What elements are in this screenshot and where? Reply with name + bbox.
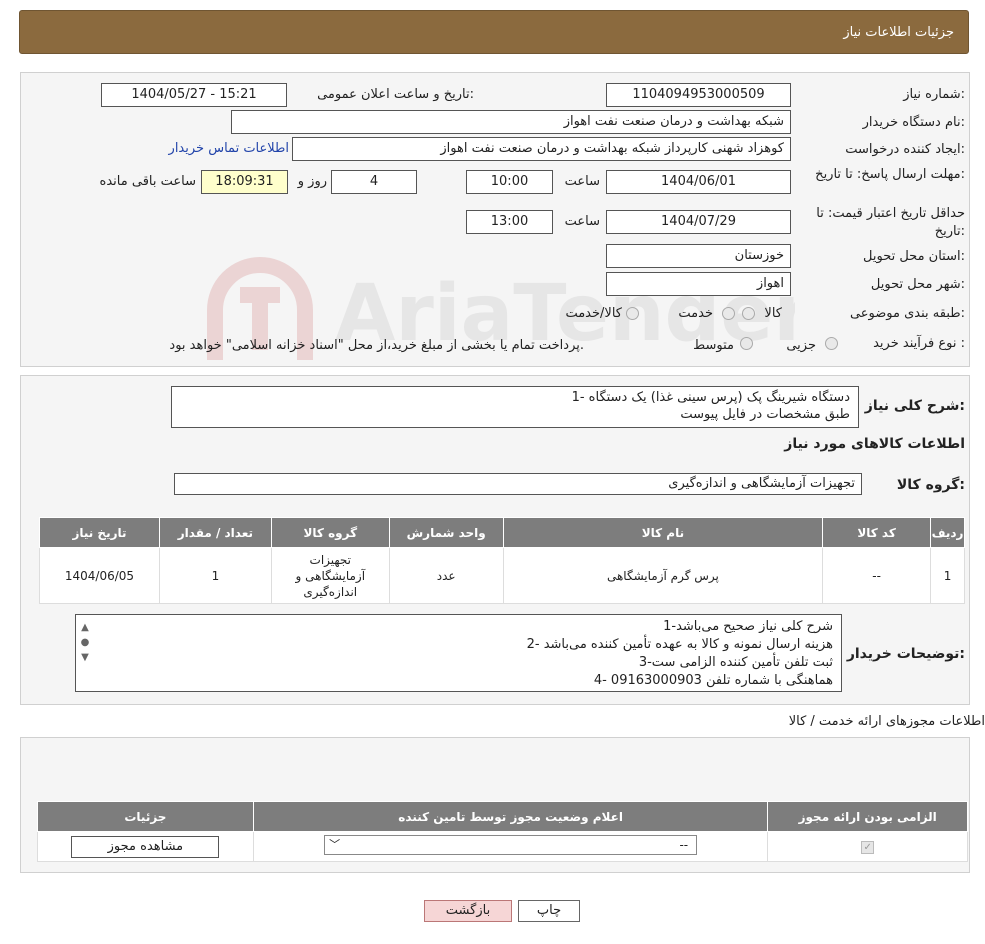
deadline-time-label: ساعت <box>564 174 600 189</box>
view-license-button[interactable]: مشاهده مجوز <box>71 835 220 858</box>
licenses-section-title: اطلاعات مجوزهای ارائه خدمت / کالا <box>788 714 985 729</box>
col-unit: واحد شمارش <box>388 517 504 548</box>
back-button[interactable]: بازگشت <box>424 900 512 922</box>
col-group: گروه کالا <box>270 517 390 548</box>
chevron-down-icon: ﹀ <box>329 838 341 851</box>
description-textarea[interactable]: 1- دستگاه شیرینگ پک (پرس سینی غذا) یک دس… <box>171 386 859 428</box>
page-title: جزئیات اطلاعات نیاز <box>843 25 954 40</box>
purchase-note: پرداخت تمام یا بخشی از مبلغ خرید،از محل … <box>169 338 584 353</box>
table-row: 1 -- پرس گرم آزمایشگاهی عدد تجهیزات آزما… <box>39 547 965 604</box>
city-label: شهر محل تحویل: <box>870 277 965 292</box>
cell-date: 1404/06/05 <box>39 547 160 604</box>
validity-time-label: ساعت <box>564 214 600 229</box>
cell-code: -- <box>822 547 932 604</box>
goods-table: ردیف کد کالا نام کالا واحد شمارش گروه کا… <box>39 517 965 604</box>
col-license-required: الزامی بودن ارائه مجوز <box>767 801 968 832</box>
purchase-radio-minor[interactable] <box>825 337 838 354</box>
buyer-contact-link[interactable]: اطلاعات تماس خریدار <box>156 141 289 156</box>
col-date: تاریخ نیاز <box>39 517 160 548</box>
table-row: ✓ -- ﹀ مشاهده مجوز <box>37 831 968 862</box>
need-number-label: شماره نیاز: <box>903 87 965 102</box>
cell-group: تجهیزات آزمایشگاهی و اندازه‌گیری <box>270 547 390 604</box>
days-field: 4 <box>331 170 417 194</box>
scroll-thumb-icon[interactable]: ● <box>78 635 92 650</box>
cell-qty: 1 <box>158 547 272 604</box>
goods-group-label: گروه کالا: <box>896 477 965 493</box>
buyer-org-label: نام دستگاه خریدار: <box>862 115 965 130</box>
remaining-time-field: 18:09:31 <box>201 170 288 194</box>
remaining-label: ساعت باقی مانده <box>99 174 196 189</box>
print-button[interactable]: چاپ <box>518 900 580 922</box>
category-radio-goods-service[interactable] <box>626 307 639 324</box>
need-number-field: 1104094953000509 <box>606 83 791 107</box>
category-label: طبقه بندی موضوعی: <box>849 306 965 321</box>
cell-name: پرس گرم آزمایشگاهی <box>502 547 824 604</box>
cell-row: 1 <box>930 547 965 604</box>
category-goods-service-label: کالا/خدمت <box>565 306 622 321</box>
purchase-radio-medium[interactable] <box>740 337 753 354</box>
validity-date-field: 1404/07/29 <box>606 210 791 234</box>
col-name: نام کالا <box>502 517 824 548</box>
announce-label: تاریخ و ساعت اعلان عمومی: <box>317 87 474 102</box>
description-line-2: طبق مشخصات در فایل پیوست <box>680 407 850 422</box>
purchase-minor-label: جزیی <box>786 338 816 353</box>
col-code: کد کالا <box>822 517 932 548</box>
col-license-details: جزئیات <box>37 801 254 832</box>
province-field: خوزستان <box>606 244 791 268</box>
announce-field: 1404/05/27 - 15:21 <box>101 83 287 107</box>
buyer-org-field: شبکه بهداشت و درمان صنعت نفت اهواز <box>231 110 791 134</box>
city-field: اهواز <box>606 272 791 296</box>
description-label: شرح کلی نیاز: <box>864 398 965 414</box>
requester-field: کوهزاد شهنی کارپرداز شبکه بهداشت و درمان… <box>292 137 791 161</box>
requester-label: ایجاد کننده درخواست: <box>845 142 965 157</box>
buyer-notes-label: توضیحات خریدار: <box>846 646 965 662</box>
licenses-table: الزامی بودن ارائه مجوز اعلام وضعیت مجوز … <box>37 801 968 862</box>
col-qty: تعداد / مقدار <box>158 517 272 548</box>
goods-section-title: اطلاعات کالاهای مورد نیاز <box>784 436 965 452</box>
buyer-note-line-1: 1-شرح کلی نیاز صحیح می‌باشد <box>663 619 833 634</box>
license-status-select[interactable]: -- ﹀ <box>324 835 698 855</box>
notes-scrollbar[interactable]: ▲ ● ▼ <box>78 620 92 686</box>
scroll-up-icon[interactable]: ▲ <box>78 620 92 635</box>
days-label: روز و <box>297 174 327 189</box>
province-label: استان محل تحویل: <box>863 249 965 264</box>
category-radio-goods[interactable] <box>742 307 755 324</box>
category-goods-label: کالا <box>764 306 782 321</box>
col-license-status: اعلام وضعیت مجوز توسط تامین کننده <box>252 801 769 832</box>
deadline-date-field: 1404/06/01 <box>606 170 791 194</box>
page-header: جزئیات اطلاعات نیاز <box>19 10 969 54</box>
buyer-notes-textarea[interactable]: 1-شرح کلی نیاز صحیح می‌باشد 2- هزینه ارس… <box>75 614 842 692</box>
col-row: ردیف <box>930 517 965 548</box>
buyer-note-line-4: 4- هماهنگی با شماره تلفن 09163000903 <box>593 673 833 688</box>
cell-unit: عدد <box>388 547 504 604</box>
description-line-1: 1- دستگاه شیرینگ پک (پرس سینی غذا) یک دس… <box>571 390 850 405</box>
deadline-label: مهلت ارسال پاسخ: تا تاریخ: <box>815 167 965 182</box>
validity-label: حداقل تاریخ اعتبار قیمت: تا تاریخ: <box>816 206 965 239</box>
license-required-checkbox[interactable]: ✓ <box>861 841 875 854</box>
deadline-time-field: 10:00 <box>466 170 553 194</box>
buyer-note-line-2: 2- هزینه ارسال نمونه و کالا به عهده تأمی… <box>526 637 833 652</box>
validity-time-field: 13:00 <box>466 210 553 234</box>
category-radio-service[interactable] <box>722 307 735 324</box>
buyer-note-line-3: 3-ثبت تلفن تأمین کننده الزامی ست <box>638 655 833 670</box>
purchase-type-label: نوع فرآیند خرید : <box>873 336 965 351</box>
goods-group-field: تجهیزات آزمایشگاهی و اندازه‌گیری <box>174 473 862 495</box>
license-status-value: -- <box>679 838 689 852</box>
scroll-down-icon[interactable]: ▼ <box>78 650 92 665</box>
category-service-label: خدمت <box>678 306 713 321</box>
purchase-medium-label: متوسط <box>693 338 734 353</box>
